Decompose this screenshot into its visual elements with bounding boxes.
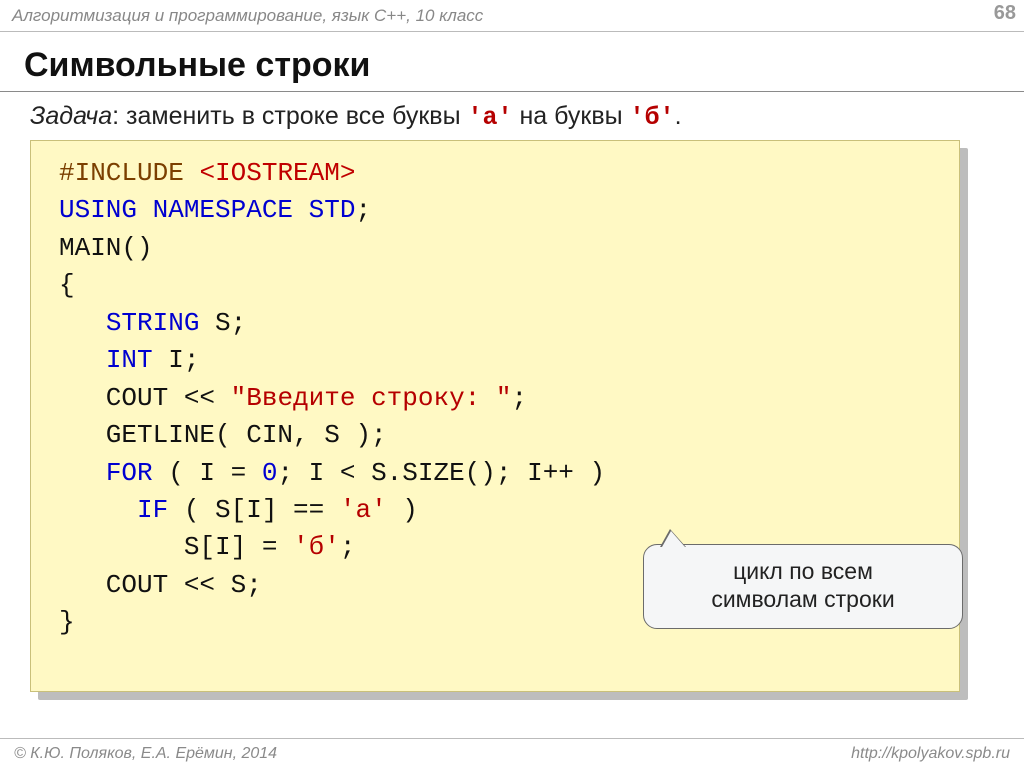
- code-decl-s: S;: [199, 308, 246, 338]
- footer-copyright: © К.Ю. Поляков, Е.А. Ерёмин, 2014: [14, 745, 277, 763]
- code-if-2: ): [387, 495, 418, 525]
- code-indent-9: [59, 458, 106, 488]
- code-char-a: 'а': [340, 495, 387, 525]
- task-line: Задача: заменить в строке все буквы 'а' …: [30, 102, 1024, 132]
- code-indent-10: [59, 495, 137, 525]
- footer-bar: © К.Ю. Поляков, Е.А. Ерёмин, 2014 http:/…: [0, 738, 1024, 768]
- code-semi-7: ;: [512, 383, 528, 413]
- code-cout-s: COUT << S;: [59, 570, 262, 600]
- task-text-mid: на буквы: [513, 102, 630, 130]
- top-bar: Алгоритмизация и программирование, язык …: [0, 0, 1024, 32]
- code-using-namespace: USING NAMESPACE STD: [59, 195, 355, 225]
- code-assign-pre: S[I] =: [59, 532, 293, 562]
- slide-title: Символьные строки: [24, 46, 1024, 85]
- task-label: Задача: [30, 102, 112, 130]
- task-text-before: : заменить в строке все буквы: [112, 102, 467, 130]
- code-indent-5: [59, 308, 106, 338]
- code-include-header: <IOSTREAM>: [199, 158, 355, 188]
- footer-url: http://kpolyakov.spb.ru: [851, 745, 1010, 763]
- code-container: #INCLUDE <IOSTREAM> USING NAMESPACE STD;…: [30, 140, 970, 692]
- code-semi-1: ;: [355, 195, 371, 225]
- code-kw-if: IF: [137, 495, 168, 525]
- callout-line-1: цикл по всем: [662, 557, 944, 586]
- code-if-1: ( S[I] ==: [168, 495, 340, 525]
- code-kw-int: INT: [106, 345, 153, 375]
- code-cout-prefix: COUT <<: [59, 383, 231, 413]
- page-number: 68: [994, 2, 1016, 25]
- task-lit-a: 'а': [468, 103, 513, 132]
- code-close-brace: }: [59, 607, 75, 637]
- code-getline: GETLINE( CIN, S );: [59, 420, 387, 450]
- code-num-zero: 0: [262, 458, 278, 488]
- code-semi-11: ;: [340, 532, 356, 562]
- code-decl-i: I;: [153, 345, 200, 375]
- code-kw-string: STRING: [106, 308, 200, 338]
- code-open-brace: {: [59, 270, 75, 300]
- code-include-directive: #INCLUDE: [59, 158, 199, 188]
- title-divider: [0, 91, 1024, 92]
- callout-tail: [660, 529, 686, 547]
- code-kw-for: FOR: [106, 458, 153, 488]
- code-indent-6: [59, 345, 106, 375]
- code-main: MAIN(): [59, 233, 153, 263]
- callout-wrap: цикл по всем символам строки: [643, 544, 963, 630]
- callout-bubble: цикл по всем символам строки: [643, 544, 963, 630]
- task-lit-b: 'б': [630, 103, 675, 132]
- callout-line-2: символам строки: [662, 585, 944, 614]
- code-box: #INCLUDE <IOSTREAM> USING NAMESPACE STD;…: [30, 140, 960, 692]
- code-for-1: ( I =: [153, 458, 262, 488]
- code-char-b: 'б': [293, 532, 340, 562]
- code-string-prompt: "Введите строку: ": [231, 383, 512, 413]
- task-text-after: .: [675, 102, 682, 130]
- code-for-2: ; I < S.SIZE(); I++ ): [277, 458, 605, 488]
- course-label: Алгоритмизация и программирование, язык …: [12, 6, 483, 26]
